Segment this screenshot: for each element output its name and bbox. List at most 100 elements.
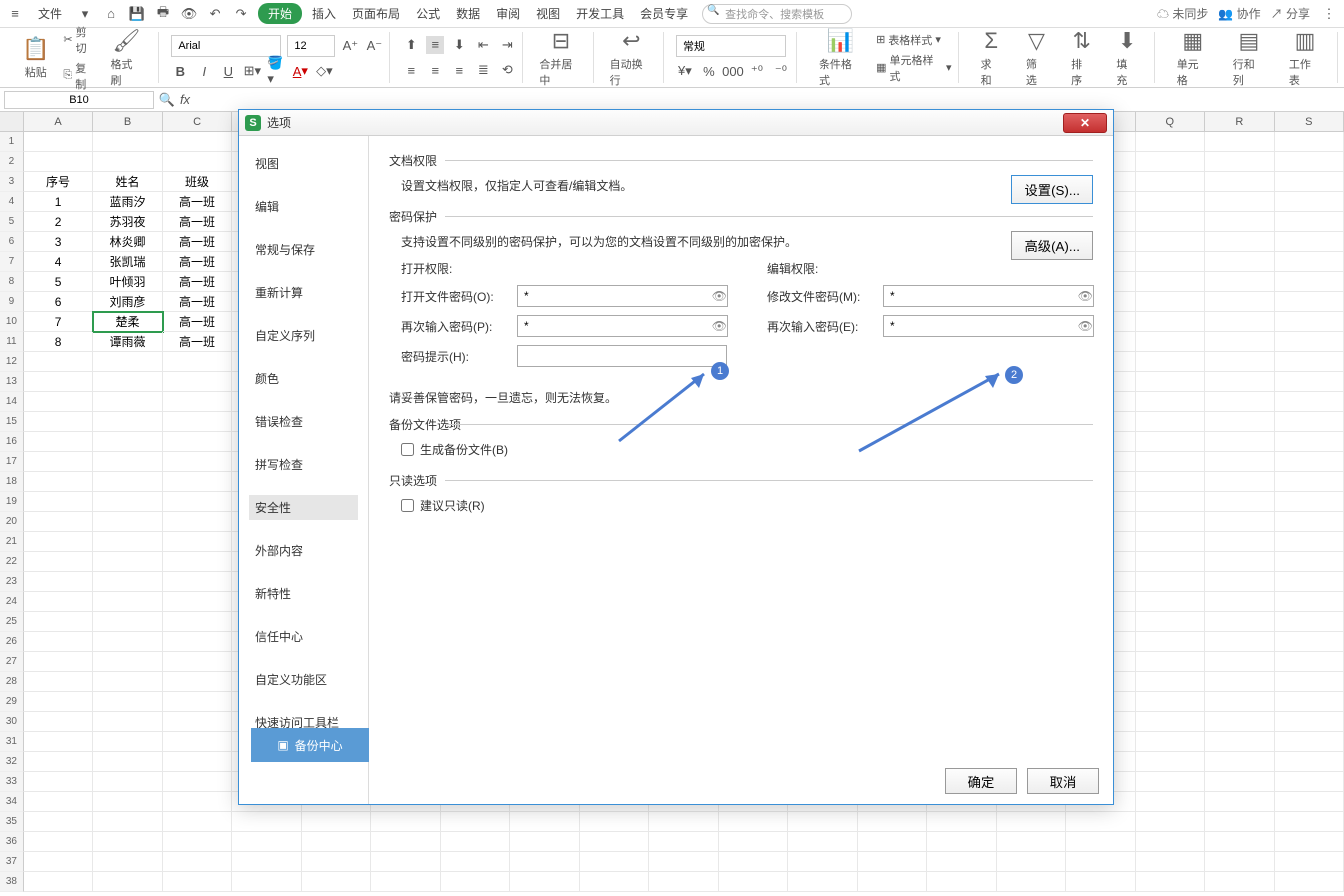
- row-header[interactable]: 14: [0, 392, 24, 412]
- cell[interactable]: [93, 552, 162, 572]
- cell[interactable]: 谭雨薇: [93, 332, 162, 352]
- cell[interactable]: [163, 552, 232, 572]
- row-header[interactable]: 5: [0, 212, 24, 232]
- cell[interactable]: [1275, 432, 1344, 452]
- cell[interactable]: [510, 812, 579, 832]
- sidebar-item-6[interactable]: 错误检查: [249, 409, 358, 434]
- sidebar-item-12[interactable]: 自定义功能区: [249, 667, 358, 692]
- cell[interactable]: [1136, 412, 1205, 432]
- row-header[interactable]: 3: [0, 172, 24, 192]
- sidebar-item-0[interactable]: 视图: [249, 151, 358, 176]
- cell[interactable]: [1136, 452, 1205, 472]
- row-header[interactable]: 17: [0, 452, 24, 472]
- cell[interactable]: [1275, 232, 1344, 252]
- cell[interactable]: [1275, 832, 1344, 852]
- cell[interactable]: [1136, 172, 1205, 192]
- cell[interactable]: [24, 492, 93, 512]
- eye-icon[interactable]: 👁: [1078, 319, 1093, 333]
- cell[interactable]: [24, 132, 93, 152]
- cell[interactable]: [1136, 712, 1205, 732]
- cell[interactable]: [1136, 192, 1205, 212]
- cell[interactable]: [24, 472, 93, 492]
- align-distribute-btn[interactable]: ≣: [474, 61, 492, 79]
- cell[interactable]: [1275, 412, 1344, 432]
- cell[interactable]: [163, 372, 232, 392]
- collab-btn[interactable]: 👥 协作: [1218, 5, 1260, 22]
- cell[interactable]: [1136, 652, 1205, 672]
- column-header[interactable]: Q: [1136, 112, 1205, 131]
- cell[interactable]: [1275, 732, 1344, 752]
- cell[interactable]: [1136, 692, 1205, 712]
- cell[interactable]: [302, 832, 371, 852]
- cell[interactable]: [93, 392, 162, 412]
- currency-btn[interactable]: ¥▾: [676, 62, 694, 80]
- cell[interactable]: 班级: [163, 172, 232, 192]
- cell[interactable]: [24, 752, 93, 772]
- cell[interactable]: [1066, 812, 1135, 832]
- cell[interactable]: [93, 592, 162, 612]
- cell[interactable]: [1205, 332, 1274, 352]
- password-hint-input[interactable]: [517, 345, 727, 367]
- cell[interactable]: [441, 852, 510, 872]
- cell[interactable]: [1205, 792, 1274, 812]
- backup-center-button[interactable]: ▣ 备份中心: [251, 728, 369, 762]
- cell[interactable]: [93, 732, 162, 752]
- cell[interactable]: [997, 812, 1066, 832]
- cell[interactable]: [1275, 872, 1344, 892]
- cell[interactable]: [1136, 352, 1205, 372]
- cell[interactable]: [1275, 692, 1344, 712]
- cell[interactable]: [1136, 592, 1205, 612]
- cell[interactable]: [1205, 812, 1274, 832]
- cell[interactable]: 6: [24, 292, 93, 312]
- indent-right-btn[interactable]: ⇥: [498, 36, 516, 54]
- cell[interactable]: [649, 832, 718, 852]
- row-header[interactable]: 21: [0, 532, 24, 552]
- cell[interactable]: 8: [24, 332, 93, 352]
- cell[interactable]: [163, 872, 232, 892]
- row-header[interactable]: 10: [0, 312, 24, 332]
- cell[interactable]: [1205, 392, 1274, 412]
- cell[interactable]: [24, 712, 93, 732]
- cell[interactable]: [93, 632, 162, 652]
- cell[interactable]: [163, 512, 232, 532]
- cell[interactable]: [1205, 532, 1274, 552]
- sum-icon[interactable]: Σ: [984, 28, 998, 54]
- cell[interactable]: 高一班: [163, 192, 232, 212]
- cell[interactable]: [163, 772, 232, 792]
- cell[interactable]: [371, 872, 440, 892]
- cell[interactable]: [1275, 192, 1344, 212]
- cell-icon[interactable]: ▦: [1182, 28, 1203, 54]
- cell[interactable]: [580, 872, 649, 892]
- cell[interactable]: [163, 712, 232, 732]
- fill-color-btn[interactable]: 🪣▾: [267, 62, 285, 80]
- cell[interactable]: [1136, 432, 1205, 452]
- cell[interactable]: [163, 492, 232, 512]
- row-header[interactable]: 16: [0, 432, 24, 452]
- cell[interactable]: [580, 812, 649, 832]
- eye-icon[interactable]: 👁: [712, 319, 727, 333]
- cell[interactable]: [24, 652, 93, 672]
- ok-button[interactable]: 确定: [945, 768, 1017, 794]
- cell[interactable]: [1205, 732, 1274, 752]
- eye-icon[interactable]: 👁: [1078, 289, 1093, 303]
- fill-down-icon[interactable]: ⬇: [1118, 28, 1136, 54]
- menu-icon[interactable]: ≡: [6, 5, 24, 23]
- cell[interactable]: [927, 832, 996, 852]
- cell[interactable]: [1136, 752, 1205, 772]
- cell[interactable]: [163, 732, 232, 752]
- cell[interactable]: [163, 452, 232, 472]
- cell[interactable]: [163, 672, 232, 692]
- row-header[interactable]: 35: [0, 812, 24, 832]
- clear-btn[interactable]: ◇▾: [315, 62, 333, 80]
- cell[interactable]: [1275, 132, 1344, 152]
- cell[interactable]: [1136, 372, 1205, 392]
- cell[interactable]: [163, 632, 232, 652]
- cond-format-icon[interactable]: 📊: [827, 28, 854, 54]
- cell[interactable]: [1205, 492, 1274, 512]
- format-brush-icon[interactable]: 🖌: [112, 28, 140, 54]
- cell[interactable]: [1275, 712, 1344, 732]
- cell[interactable]: [1275, 512, 1344, 532]
- sidebar-item-10[interactable]: 新特性: [249, 581, 358, 606]
- inc-decimal-btn[interactable]: ⁺⁰: [748, 62, 766, 80]
- cell[interactable]: [1136, 392, 1205, 412]
